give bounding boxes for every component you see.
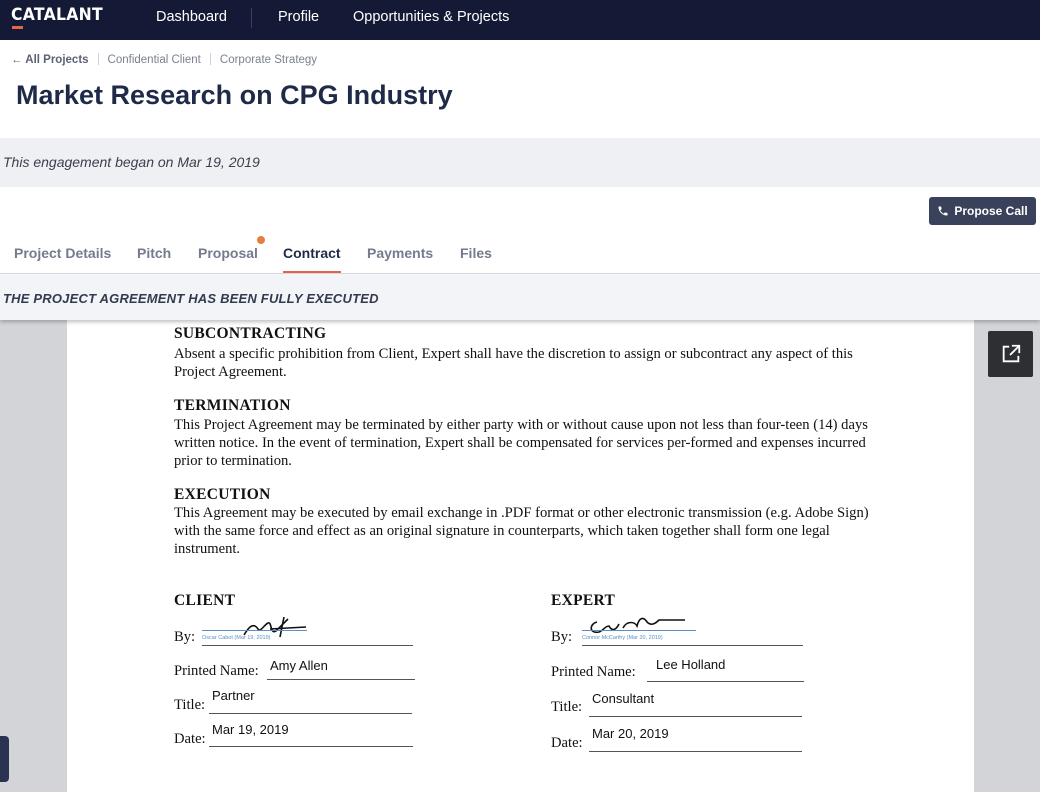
- section-body: This Project Agreement may be terminated…: [174, 417, 868, 469]
- expert-printed-name-label: Printed Name:: [551, 664, 636, 680]
- client-by-label: By:: [174, 629, 196, 645]
- expert-date-label: Date:: [551, 735, 583, 751]
- tab-project-details[interactable]: Project Details: [14, 245, 111, 273]
- nav-profile[interactable]: Profile: [278, 9, 319, 25]
- client-title-label: Title:: [174, 697, 206, 713]
- tab-pitch[interactable]: Pitch: [137, 245, 171, 273]
- project-tabs: Project Details Pitch Proposal Contract …: [0, 236, 1040, 274]
- expert-printed-name: Lee Holland: [656, 657, 726, 672]
- agreement-status-bar: THE PROJECT AGREEMENT HAS BEEN FULLY EXE…: [0, 275, 1040, 320]
- agreement-status-text: THE PROJECT AGREEMENT HAS BEEN FULLY EXE…: [3, 291, 379, 306]
- propose-call-label: Propose Call: [954, 204, 1028, 218]
- external-link-icon: [1002, 344, 1020, 363]
- breadcrumb-divider: [97, 53, 99, 65]
- client-title-line: [209, 713, 412, 714]
- side-drawer-handle[interactable]: [0, 736, 9, 782]
- section-body: Absent a specific prohibition from Clien…: [174, 346, 853, 380]
- client-date: Mar 19, 2019: [212, 722, 289, 737]
- propose-call-button[interactable]: Propose Call: [929, 197, 1036, 225]
- engagement-start-text: This engagement began on Mar 19, 2019: [3, 154, 260, 170]
- expert-name-line: [647, 681, 804, 682]
- client-date-line: [209, 746, 413, 747]
- breadcrumb-client: Confidential Client: [107, 54, 201, 66]
- client-title: Partner: [212, 688, 255, 703]
- expert-signature-underline: [582, 630, 696, 631]
- client-signature-caption: Oscar Cabot (Mar 19, 2019): [202, 635, 271, 641]
- client-printed-name-label: Printed Name:: [174, 663, 259, 679]
- expert-title: Consultant: [592, 691, 655, 706]
- client-name-line: [267, 679, 415, 680]
- nav-dashboard[interactable]: Dashboard: [156, 9, 227, 25]
- top-nav: CATALANT Dashboard Profile Opportunities…: [0, 0, 1040, 40]
- tab-proposal[interactable]: Proposal: [198, 245, 258, 273]
- client-printed-name: Amy Allen: [270, 658, 328, 673]
- tab-files[interactable]: Files: [460, 245, 492, 273]
- contract-page: SUBCONTRACTING Absent a specific prohibi…: [67, 320, 974, 792]
- expert-signature-caption: Connor McCarthy (Mar 20, 2019): [582, 635, 663, 641]
- expert-by-label: By:: [551, 629, 573, 645]
- proposal-notification-dot: [257, 236, 265, 244]
- expert-heading: EXPERT: [551, 592, 616, 609]
- expert-date: Mar 20, 2019: [592, 726, 669, 741]
- open-external-button[interactable]: [988, 331, 1033, 377]
- client-date-label: Date:: [174, 731, 206, 747]
- breadcrumb-category: Corporate Strategy: [219, 54, 318, 66]
- section-heading: TERMINATION: [174, 397, 291, 414]
- expert-by-line: [582, 645, 803, 646]
- nav-opportunities-projects[interactable]: Opportunities & Projects: [353, 9, 509, 25]
- expert-date-line: [589, 751, 802, 752]
- phone-icon: [938, 206, 948, 216]
- client-signature-underline: [202, 630, 307, 631]
- nav-divider: [251, 8, 252, 28]
- all-projects-link[interactable]: ← All Projects: [11, 54, 89, 66]
- tab-payments[interactable]: Payments: [367, 245, 433, 273]
- catalant-logo[interactable]: CATALANT: [11, 5, 103, 25]
- client-by-line: [202, 645, 413, 646]
- page-title: Market Research on CPG Industry: [16, 80, 453, 110]
- client-heading: CLIENT: [174, 592, 236, 609]
- breadcrumb-divider: [209, 53, 211, 65]
- section-body: This Agreement may be executed by email …: [174, 505, 869, 557]
- section-heading: EXECUTION: [174, 486, 271, 503]
- expert-title-label: Title:: [551, 699, 583, 715]
- engagement-banner: This engagement began on Mar 19, 2019: [0, 138, 1040, 187]
- document-viewer[interactable]: SUBCONTRACTING Absent a specific prohibi…: [0, 320, 1040, 792]
- logo-accent-bar: [12, 26, 23, 29]
- section-heading: SUBCONTRACTING: [174, 325, 327, 342]
- expert-title-line: [589, 716, 802, 717]
- tab-contract[interactable]: Contract: [283, 245, 341, 273]
- breadcrumb: ← All Projects Confidential Client Corpora…: [11, 53, 317, 66]
